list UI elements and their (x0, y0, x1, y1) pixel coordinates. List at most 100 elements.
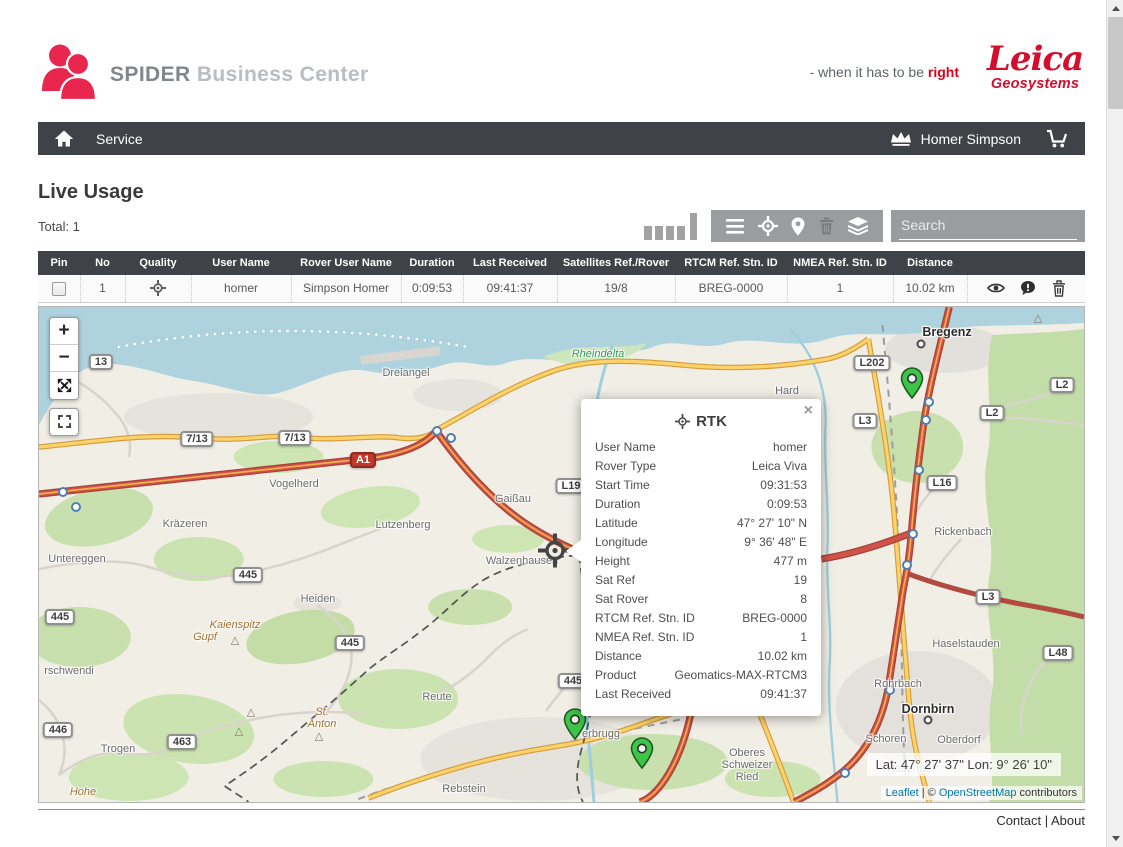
target-icon[interactable] (758, 216, 778, 236)
popup-title: RTK (595, 413, 807, 430)
scrollbar[interactable] (1106, 0, 1123, 847)
popup-field: Last Received09:41:37 (595, 685, 807, 704)
box-zoom-button[interactable] (49, 408, 79, 436)
app-header: SPIDER Business Center - when it has to … (38, 0, 1085, 110)
column-header[interactable]: Pin (38, 251, 80, 275)
junction-dot (432, 426, 442, 436)
popup-field-label: RTCM Ref. Stn. ID (595, 609, 695, 628)
map-label: Vogelherd (269, 478, 319, 490)
popup-field: Sat Rover8 (595, 590, 807, 609)
rtk-popup: × RTK User NamehomerRover TypeLeica Viva… (581, 399, 821, 716)
column-header[interactable]: Duration (401, 251, 463, 275)
satellites-cell: 19/8 (557, 275, 675, 302)
map-label: OberesSchweizerRied (722, 747, 773, 783)
zoom-in-button[interactable]: + (50, 318, 78, 345)
actions-cell (967, 275, 1085, 302)
column-header[interactable]: Quality (125, 251, 191, 275)
live-usage-map[interactable]: BregenzDreiangelRheindeltaHardVogelherdG… (38, 306, 1085, 803)
leaflet-link[interactable]: Leaflet (886, 787, 919, 799)
column-header[interactable]: No (80, 251, 125, 275)
brand-text: SPIDER Business Center (110, 63, 369, 87)
crown-icon (890, 131, 912, 146)
search-input[interactable] (899, 211, 1077, 240)
layers-icon[interactable] (848, 217, 868, 235)
junction-dot (921, 415, 931, 425)
road-badge: 463 (167, 734, 197, 750)
popup-fields: User NamehomerRover TypeLeica VivaStart … (595, 438, 807, 704)
town-dot (924, 715, 933, 724)
peak-icon: △ (235, 724, 243, 737)
popup-field: Longitude9° 36' 48" E (595, 533, 807, 552)
menu-icon[interactable] (726, 219, 744, 234)
scrollbar-thumb[interactable] (1108, 17, 1123, 109)
popup-field: Rover TypeLeica Viva (595, 457, 807, 476)
junction-dot (902, 560, 912, 570)
map-toolbar (711, 210, 883, 242)
cart-icon[interactable] (1045, 129, 1069, 148)
peak-icon: △ (315, 729, 323, 742)
user-menu[interactable]: Homer Simpson (921, 131, 1021, 147)
junction-dot (924, 397, 934, 407)
popup-field: Latitude47° 27' 10" N (595, 514, 807, 533)
road-badge: A1 (350, 452, 376, 468)
road-badge: 7/13 (180, 431, 213, 447)
town-dot (917, 339, 926, 348)
popup-field: User Namehomer (595, 438, 807, 457)
scroll-up-button[interactable] (1107, 0, 1123, 17)
column-header[interactable]: NMEA Ref. Stn. ID (787, 251, 893, 275)
fullscreen-button[interactable] (50, 372, 78, 399)
popup-field-label: Duration (595, 495, 640, 514)
contact-link[interactable]: Contact (996, 813, 1041, 828)
scroll-down-button[interactable] (1107, 830, 1123, 847)
map-label: Rebstein (442, 783, 485, 795)
list-toolbar: Total: 1 (38, 210, 1085, 242)
road-badge: L2 (1050, 377, 1075, 393)
map-label: Rickenbach (934, 526, 991, 538)
page-footer: Contact | About (38, 809, 1085, 828)
message-alert-icon[interactable] (1020, 280, 1036, 296)
popup-field-value: 0:09:53 (767, 495, 807, 514)
home-icon[interactable] (54, 130, 74, 147)
page-title: Live Usage (38, 181, 1085, 203)
column-header[interactable]: Last Received (463, 251, 557, 275)
table-row[interactable]: 1 homer Simpson Homer 0:09:53 09:41:37 1… (38, 275, 1085, 302)
brand-name: SPIDER (110, 63, 191, 86)
page-content: SPIDER Business Center - when it has to … (38, 0, 1085, 828)
popup-close-button[interactable]: × (804, 403, 813, 419)
zoom-out-button[interactable]: − (50, 345, 78, 372)
column-header[interactable]: User Name (191, 251, 291, 275)
station-marker-icon[interactable] (901, 367, 924, 404)
pin-icon[interactable] (791, 217, 805, 236)
no-cell: 1 (80, 275, 125, 302)
column-header[interactable]: RTCM Ref. Stn. ID (675, 251, 787, 275)
rtk-quality-icon (150, 280, 166, 294)
map-controls: + − (49, 317, 79, 436)
junction-dot (58, 487, 68, 497)
live-usage-table: PinNoQualityUser NameRover User NameDura… (38, 251, 1085, 303)
road-badge: L202 (853, 355, 890, 371)
popup-field-value: 19 (794, 571, 807, 590)
osm-link[interactable]: OpenStreetMap (939, 787, 1017, 799)
distance-cell: 10.02 km (893, 275, 967, 302)
attribution-separator: | © (919, 787, 939, 799)
nav-item-service[interactable]: Service (96, 131, 143, 147)
column-header[interactable]: Distance (893, 251, 967, 275)
road-badge: 445 (233, 567, 263, 583)
station-marker-icon[interactable] (631, 737, 654, 774)
leica-logo-text: Leica (985, 42, 1085, 76)
column-header[interactable] (967, 251, 1085, 275)
tagline-prefix: - when it has to be (810, 64, 928, 80)
leica-logo: Leica Geosystems (985, 42, 1085, 92)
trash-icon[interactable] (819, 217, 834, 235)
road-badge: 445 (45, 609, 75, 625)
pin-checkbox[interactable] (52, 282, 66, 296)
eye-icon[interactable] (987, 282, 1005, 294)
column-header[interactable]: Rover User Name (291, 251, 401, 275)
road-badge: 446 (43, 722, 73, 738)
map-label: Rheindelta (572, 348, 625, 360)
column-header[interactable]: Satellites Ref./Rover (557, 251, 675, 275)
delete-icon[interactable] (1052, 280, 1066, 297)
popup-field: NMEA Ref. Stn. ID1 (595, 628, 807, 647)
about-link[interactable]: About (1051, 813, 1085, 828)
popup-field-label: Rover Type (595, 457, 656, 476)
